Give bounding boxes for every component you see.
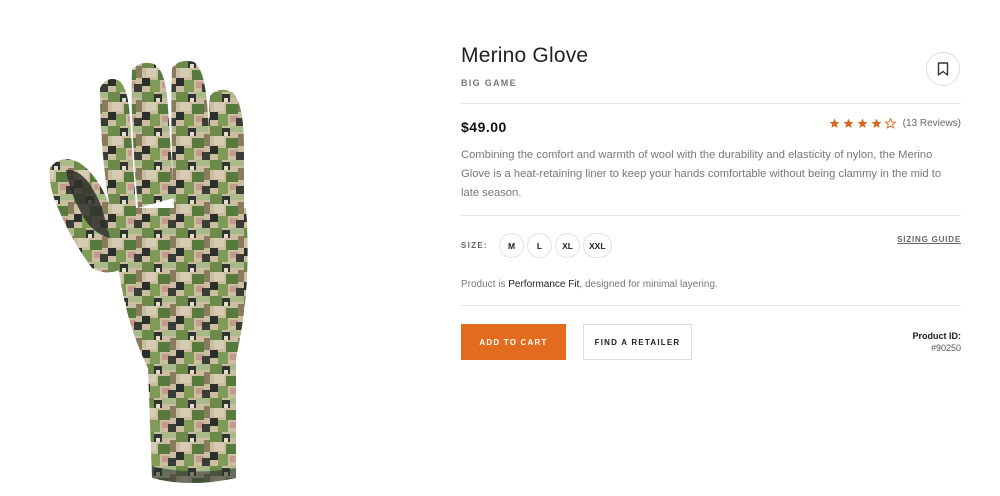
fit-prefix: Product is [461, 279, 509, 290]
rating-stars [829, 118, 896, 129]
size-option-xxl[interactable]: XXL [583, 233, 612, 258]
find-retailer-button[interactable]: FIND A RETAILER [583, 324, 692, 360]
divider [461, 305, 961, 306]
size-options: M L XL XXL [499, 233, 612, 258]
size-option-xl[interactable]: XL [555, 233, 580, 258]
star-icon [871, 118, 882, 128]
product-rating[interactable]: (13 Reviews) [829, 118, 961, 129]
product-category: BIG GAME [461, 78, 517, 88]
product-price: $49.00 [461, 119, 507, 135]
divider [461, 215, 961, 216]
size-label: SIZE: [461, 241, 488, 250]
size-option-l[interactable]: L [527, 233, 552, 258]
fit-name: Performance Fit [508, 279, 580, 290]
divider [461, 103, 961, 104]
bookmark-icon [937, 62, 949, 76]
product-id-value: #90250 [930, 343, 961, 353]
reviews-link[interactable]: (13 Reviews) [903, 118, 961, 129]
bookmark-button[interactable] [926, 52, 960, 86]
product-id: Product ID: #90250 [913, 330, 962, 354]
size-option-m[interactable]: M [499, 233, 524, 258]
star-icon [857, 118, 868, 128]
sizing-guide-link[interactable]: SIZING GUIDE [897, 235, 961, 244]
add-to-cart-button[interactable]: ADD TO CART [461, 324, 566, 360]
star-icon [829, 118, 840, 128]
product-image [40, 58, 300, 488]
size-selector: SIZE: M L XL XXL SIZING GUIDE [461, 233, 961, 259]
star-icon [843, 118, 854, 128]
camo-glove-image [49, 60, 248, 483]
fit-note: Product is Performance Fit, designed for… [461, 279, 718, 290]
product-title: Merino Glove [461, 44, 589, 67]
star-icon [884, 118, 896, 129]
fit-suffix: , designed for minimal layering. [579, 279, 718, 290]
product-details: Merino Glove BIG GAME $49.00 (13 Reviews… [461, 0, 961, 496]
product-description: Combining the comfort and warmth of wool… [461, 149, 942, 199]
product-id-label: Product ID: [912, 331, 962, 341]
